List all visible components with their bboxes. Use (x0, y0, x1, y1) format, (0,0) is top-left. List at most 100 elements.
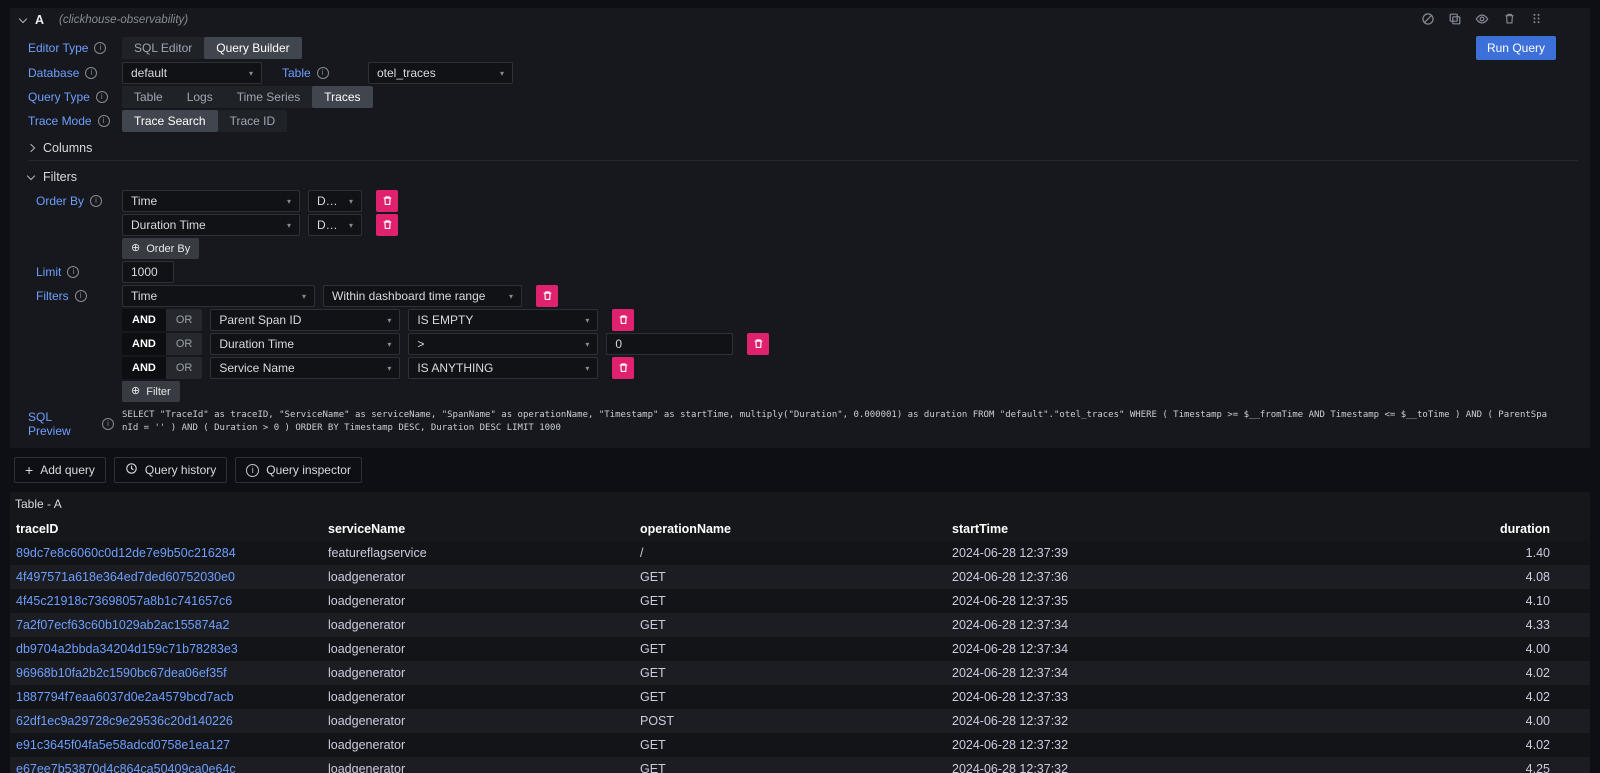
filter-field-select[interactable]: Duration Time (210, 333, 400, 355)
remove-filter-button[interactable] (747, 333, 769, 355)
limit-input[interactable]: 1000 (122, 261, 174, 283)
table-select[interactable]: otel_traces (368, 62, 513, 84)
option-trace-search[interactable]: Trace Search (122, 110, 218, 132)
trace-id-link[interactable]: 7a2f07ecf63c60b1029ab2ac155874a2 (10, 613, 322, 637)
add-order-by-button[interactable]: Order By (122, 238, 199, 259)
table-cell: 2024-06-28 12:37:34 (946, 661, 1258, 685)
filter-field-select[interactable]: Time (122, 285, 315, 307)
info-icon[interactable] (98, 115, 110, 127)
filter-condition-row: AND OR Service Name IS ANYTHING (28, 357, 1578, 379)
panel-title[interactable]: Table - A (10, 492, 1590, 517)
trace-id-link[interactable]: e67ee7b53870d4c864ca50409ca0e64c (10, 757, 322, 773)
add-filter-button[interactable]: Filter (122, 381, 180, 402)
query-type-label: Query Type (28, 90, 114, 104)
table-cell: POST (634, 709, 946, 733)
table-cell: / (634, 541, 946, 565)
option-sql-editor[interactable]: SQL Editor (122, 37, 204, 59)
or-option[interactable]: OR (166, 333, 203, 355)
trace-id-link[interactable]: 4f45c21918c73698057a8b1c741657c6 (10, 589, 322, 613)
remove-order-by-button[interactable] (376, 190, 398, 212)
table-cell: 2024-06-28 12:37:34 (946, 613, 1258, 637)
add-query-button[interactable]: Add query (14, 457, 106, 483)
filter-value-input[interactable]: 0 (606, 333, 733, 355)
chevron-down-icon (509, 292, 513, 301)
col-header-operationname[interactable]: operationName (634, 517, 946, 541)
trash-icon (1503, 12, 1516, 28)
col-header-starttime[interactable]: startTime (946, 517, 1258, 541)
option-time-series[interactable]: Time Series (225, 86, 313, 108)
select-value: IS EMPTY (417, 313, 577, 327)
and-option[interactable]: AND (122, 309, 166, 331)
query-history-button[interactable]: Query history (114, 457, 227, 483)
database-select[interactable]: default (122, 62, 262, 84)
col-header-duration[interactable]: duration (1258, 517, 1590, 541)
info-icon[interactable] (90, 195, 102, 207)
filters-section-header[interactable]: Filters (28, 164, 1578, 190)
chevron-down-icon (387, 316, 391, 325)
option-traces[interactable]: Traces (312, 86, 372, 108)
filter-field-select[interactable]: Service Name (210, 357, 400, 379)
table-cell: 2024-06-28 12:37:32 (946, 757, 1258, 773)
remove-filter-button[interactable] (536, 285, 558, 307)
option-logs[interactable]: Logs (175, 86, 225, 108)
and-option[interactable]: AND (122, 333, 166, 355)
option-query-builder[interactable]: Query Builder (204, 37, 301, 59)
duplicate-query-button[interactable] (1447, 12, 1463, 28)
grip-icon (1530, 12, 1543, 28)
query-inspector-button[interactable]: Query inspector (235, 457, 362, 483)
filter-field-select[interactable]: Parent Span ID (210, 309, 400, 331)
copy-icon (1448, 12, 1462, 29)
info-icon[interactable] (94, 42, 106, 54)
filter-operator-select[interactable]: IS ANYTHING (408, 357, 598, 379)
remove-filter-button[interactable] (612, 357, 634, 379)
plus-circle-icon (131, 386, 140, 397)
or-option[interactable]: OR (166, 309, 203, 331)
trace-id-link[interactable]: 62df1ec9a29728c9e29536c20d140226 (10, 709, 322, 733)
info-icon[interactable] (102, 418, 114, 430)
chevron-down-icon (249, 69, 253, 78)
trace-id-link[interactable]: 96968b10fa2b2c1590bc67dea06ef35f (10, 661, 322, 685)
trace-id-link[interactable]: e91c3645f04fa5e58adcd0758e1ea127 (10, 733, 322, 757)
disable-query-button[interactable] (1420, 12, 1436, 28)
time-range-operator-select[interactable]: Within dashboard time range (323, 285, 522, 307)
order-by-direction-select[interactable]: DESC (308, 214, 362, 236)
order-by-field-select[interactable]: Duration Time (122, 214, 300, 236)
collapse-query-icon[interactable] (19, 14, 27, 22)
or-option[interactable]: OR (166, 357, 203, 379)
filter-operator-select[interactable]: > (408, 333, 598, 355)
col-header-servicename[interactable]: serviceName (322, 517, 634, 541)
query-ref-letter: A (35, 13, 44, 27)
select-value: Service Name (219, 361, 379, 375)
remove-order-by-button[interactable] (376, 214, 398, 236)
filter-operator-select[interactable]: IS EMPTY (408, 309, 598, 331)
info-icon[interactable] (67, 266, 79, 278)
and-option[interactable]: AND (122, 357, 166, 379)
select-value: DESC (317, 194, 341, 208)
info-icon[interactable] (317, 67, 329, 79)
select-value: IS ANYTHING (417, 361, 577, 375)
datasource-name: (clickhouse-observability) (59, 14, 188, 26)
order-by-direction-select[interactable]: DESC (308, 190, 362, 212)
table-cell: 4.02 (1258, 661, 1590, 685)
trace-id-link[interactable]: db9704a2bbda34204d159c71b78283e3 (10, 637, 322, 661)
remove-query-button[interactable] (1501, 12, 1517, 28)
drag-handle[interactable] (1528, 12, 1544, 28)
trace-id-link[interactable]: 89dc7e8c6060c0d12de7e9b50c216284 (10, 541, 322, 565)
select-value: default (131, 66, 241, 80)
option-table[interactable]: Table (122, 86, 175, 108)
table-cell: GET (634, 733, 946, 757)
columns-section-header[interactable]: Columns (28, 135, 1578, 161)
remove-filter-button[interactable] (612, 309, 634, 331)
run-query-button[interactable]: Run Query (1476, 36, 1556, 60)
option-trace-id[interactable]: Trace ID (218, 110, 288, 132)
info-icon[interactable] (85, 67, 97, 79)
chevron-down-icon (349, 197, 353, 206)
order-by-field-select[interactable]: Time (122, 190, 300, 212)
col-header-traceid[interactable]: traceID (10, 517, 322, 541)
trace-id-link[interactable]: 4f497571a618e364ed7ded60752030e0 (10, 565, 322, 589)
trace-id-link[interactable]: 1887794f7eaa6037d0e2a4579bcd7acb (10, 685, 322, 709)
table-row: 4f45c21918c73698057a8b1c741657c6 loadgen… (10, 589, 1590, 613)
hide-response-button[interactable] (1474, 12, 1490, 28)
info-icon[interactable] (96, 91, 108, 103)
info-icon[interactable] (75, 290, 87, 302)
